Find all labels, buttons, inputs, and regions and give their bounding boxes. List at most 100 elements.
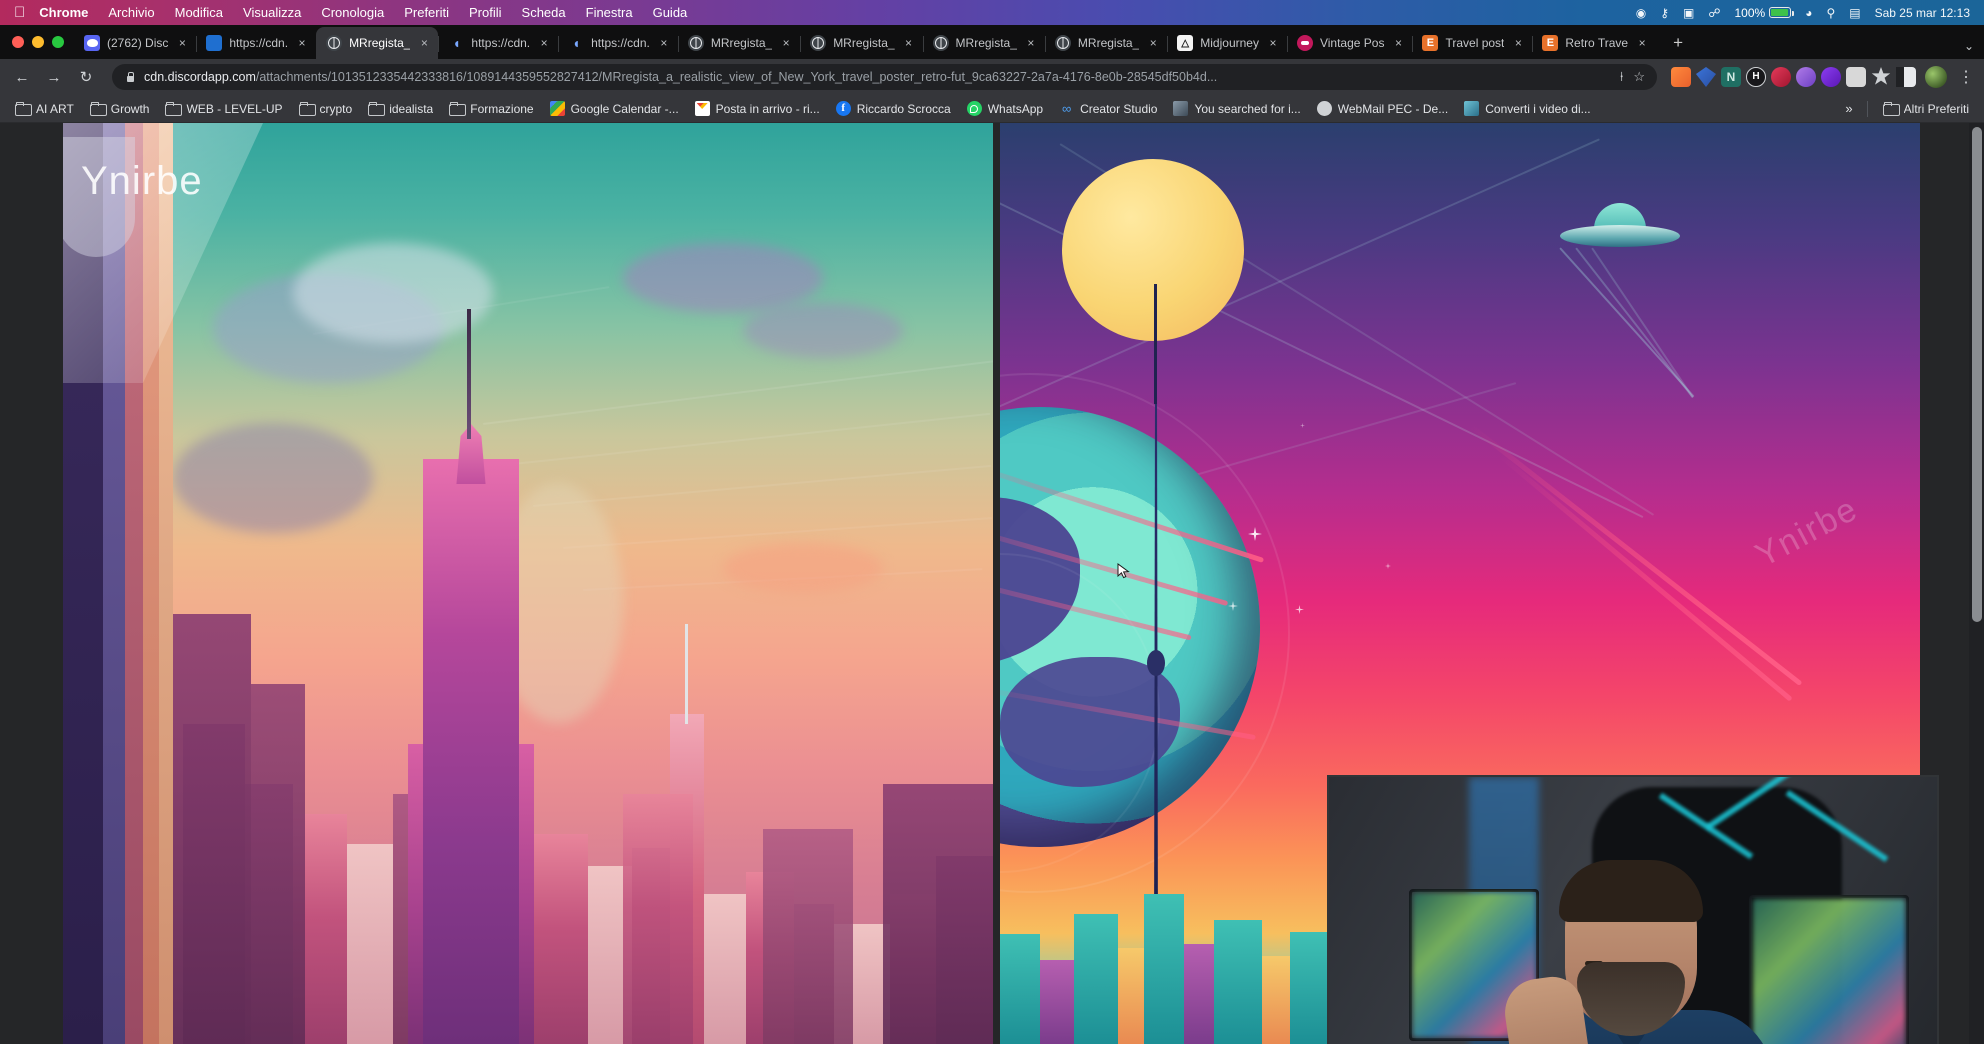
- menu-app-name[interactable]: Chrome: [39, 5, 88, 20]
- tab-mrregista-4[interactable]: MRregista_ ×: [923, 27, 1045, 59]
- bookmark-creator-studio[interactable]: ∞ Creator Studio: [1052, 98, 1164, 119]
- tab-close-icon[interactable]: ×: [1390, 35, 1406, 51]
- tab-close-icon[interactable]: ×: [1023, 35, 1039, 51]
- tab-close-icon[interactable]: ×: [656, 35, 672, 51]
- tab-close-icon[interactable]: ×: [294, 35, 310, 51]
- bookmark-web-level-up[interactable]: WEB - LEVEL-UP: [158, 98, 289, 119]
- sidepanel-icon[interactable]: [1896, 67, 1916, 87]
- tab-close-icon[interactable]: ×: [1145, 35, 1161, 51]
- tab-cdn-3[interactable]: ◖ https://cdn. ×: [558, 27, 678, 59]
- battery-status[interactable]: 100%: [1735, 6, 1792, 20]
- extension-icon-1[interactable]: [1671, 67, 1691, 87]
- extension-icon-2[interactable]: [1696, 67, 1716, 87]
- bookmark-growth[interactable]: Growth: [83, 98, 157, 119]
- sun-shape: [1062, 159, 1244, 341]
- tab-midjourney[interactable]: △ Midjourney ×: [1167, 27, 1287, 59]
- extension-icon-3[interactable]: N: [1721, 67, 1741, 87]
- tab-retro-travel[interactable]: E Retro Trave ×: [1532, 27, 1656, 59]
- mouse-cursor: [1116, 563, 1132, 579]
- bookmarks-overflow-chevron-icon[interactable]: »: [1839, 99, 1858, 118]
- zoom-window-button[interactable]: [52, 36, 64, 48]
- menu-item-archivio[interactable]: Archivio: [108, 5, 154, 20]
- menu-item-scheda[interactable]: Scheda: [522, 5, 566, 20]
- chrome-window: (2762) Disc × https://cdn. × MRregista_ …: [0, 25, 1984, 1044]
- bookmark-formazione[interactable]: Formazione: [442, 98, 540, 119]
- lock-icon: [124, 71, 136, 83]
- star-icon[interactable]: ☆: [1633, 69, 1645, 85]
- tab-travel-poster[interactable]: E Travel post ×: [1412, 27, 1532, 59]
- tab-close-icon[interactable]: ×: [1510, 35, 1526, 51]
- bookmark-webmail-pec[interactable]: WebMail PEC - De...: [1310, 98, 1455, 119]
- bookmark-altri-preferiti[interactable]: Altri Preferiti: [1876, 98, 1976, 119]
- menu-item-profili[interactable]: Profili: [469, 5, 502, 20]
- tab-mrregista-3[interactable]: MRregista_ ×: [800, 27, 922, 59]
- bookmark-you-searched-for[interactable]: You searched for i...: [1166, 98, 1307, 119]
- tab-close-icon[interactable]: ×: [536, 35, 552, 51]
- wifi-icon[interactable]: ◕: [1805, 7, 1812, 19]
- avatar[interactable]: [1925, 66, 1947, 88]
- screen-record-icon[interactable]: ◉: [1636, 7, 1646, 19]
- tab-vintage-poster[interactable]: Vintage Pos ×: [1287, 27, 1413, 59]
- bookmark-converti-video[interactable]: Converti i video di...: [1457, 98, 1597, 119]
- forward-button[interactable]: →: [40, 63, 68, 91]
- tab-title: https://cdn.: [471, 36, 530, 50]
- viewport-gap-middle: [993, 123, 1000, 1044]
- bookmark-crypto[interactable]: crypto: [292, 98, 360, 119]
- page-viewport[interactable]: Ynirbe: [0, 123, 1984, 1044]
- menu-item-cronologia[interactable]: Cronologia: [321, 5, 384, 20]
- reload-button[interactable]: ↻: [72, 63, 100, 91]
- menu-item-preferiti[interactable]: Preferiti: [404, 5, 449, 20]
- extensions-puzzle-icon[interactable]: [1871, 67, 1891, 87]
- menu-item-guida[interactable]: Guida: [653, 5, 688, 20]
- tab-close-icon[interactable]: ×: [416, 35, 432, 51]
- tab-close-icon[interactable]: ×: [901, 35, 917, 51]
- bookmark-label: WEB - LEVEL-UP: [186, 102, 282, 116]
- tab-close-icon[interactable]: ×: [1265, 35, 1281, 51]
- minimize-window-button[interactable]: [32, 36, 44, 48]
- bookmark-posta-in-arrivo[interactable]: Posta in arrivo - ri...: [688, 98, 827, 119]
- bookmark-ai-art[interactable]: AI ART: [8, 98, 81, 119]
- new-tab-button[interactable]: +: [1664, 29, 1692, 57]
- share-icon[interactable]: ⍿: [1620, 69, 1623, 85]
- bookmark-idealista[interactable]: idealista: [361, 98, 440, 119]
- tab-search-chevron-down-icon[interactable]: ⌄: [1964, 39, 1974, 53]
- close-window-button[interactable]: [12, 36, 24, 48]
- extension-icon-5[interactable]: [1771, 67, 1791, 87]
- tab-cdn-2[interactable]: ◖ https://cdn. ×: [438, 27, 558, 59]
- address-bar[interactable]: cdn.discordapp.com/attachments/101351233…: [112, 64, 1657, 90]
- tab-close-icon[interactable]: ×: [1634, 35, 1650, 51]
- search-icon[interactable]: ⚲: [1826, 7, 1835, 19]
- extension-icon-4[interactable]: H: [1746, 67, 1766, 87]
- control-center-icon[interactable]: ▤: [1849, 7, 1860, 19]
- tab-mrregista-5[interactable]: MRregista_ ×: [1045, 27, 1167, 59]
- tab-mrregista-active[interactable]: MRregista_ ×: [316, 27, 438, 59]
- scrollbar-thumb[interactable]: [1972, 127, 1982, 622]
- globe-icon: [688, 35, 704, 51]
- kebab-menu-icon[interactable]: ⋮: [1958, 67, 1974, 87]
- apple-icon[interactable]: : [14, 5, 25, 20]
- bookmark-google-calendar[interactable]: Google Calendar -...: [543, 98, 686, 119]
- globe-icon: [810, 35, 826, 51]
- display-icon[interactable]: ▣: [1683, 7, 1694, 19]
- bookmark-riccardo-scrocca[interactable]: f Riccardo Scrocca: [829, 98, 958, 119]
- menu-item-visualizza[interactable]: Visualizza: [243, 5, 301, 20]
- shield-icon[interactable]: ⚷: [1660, 7, 1669, 19]
- webcam-overlay[interactable]: [1327, 775, 1939, 1044]
- extension-icon-8[interactable]: [1846, 67, 1866, 87]
- tab-mrregista-2[interactable]: MRregista_ ×: [678, 27, 800, 59]
- menu-bar-clock[interactable]: Sab 25 mar 12:13: [1875, 7, 1970, 19]
- bookmark-whatsapp[interactable]: WhatsApp: [960, 98, 1050, 119]
- back-button[interactable]: ←: [8, 63, 36, 91]
- tab-close-icon[interactable]: ×: [778, 35, 794, 51]
- vertical-scrollbar[interactable]: [1969, 123, 1984, 1044]
- menu-item-finestra[interactable]: Finestra: [586, 5, 633, 20]
- extension-icon-6[interactable]: [1796, 67, 1816, 87]
- tab-close-icon[interactable]: ×: [174, 35, 190, 51]
- extension-icon-7[interactable]: [1821, 67, 1841, 87]
- new-york-retro-travel-poster[interactable]: Ynirbe: [63, 123, 993, 1044]
- tab-cdn-1[interactable]: https://cdn. ×: [196, 27, 316, 59]
- menu-item-modifica[interactable]: Modifica: [175, 5, 223, 20]
- bluetooth-icon[interactable]: ☍: [1708, 7, 1720, 19]
- globe-icon: [1055, 35, 1071, 51]
- tab-discord[interactable]: (2762) Disc ×: [74, 27, 196, 59]
